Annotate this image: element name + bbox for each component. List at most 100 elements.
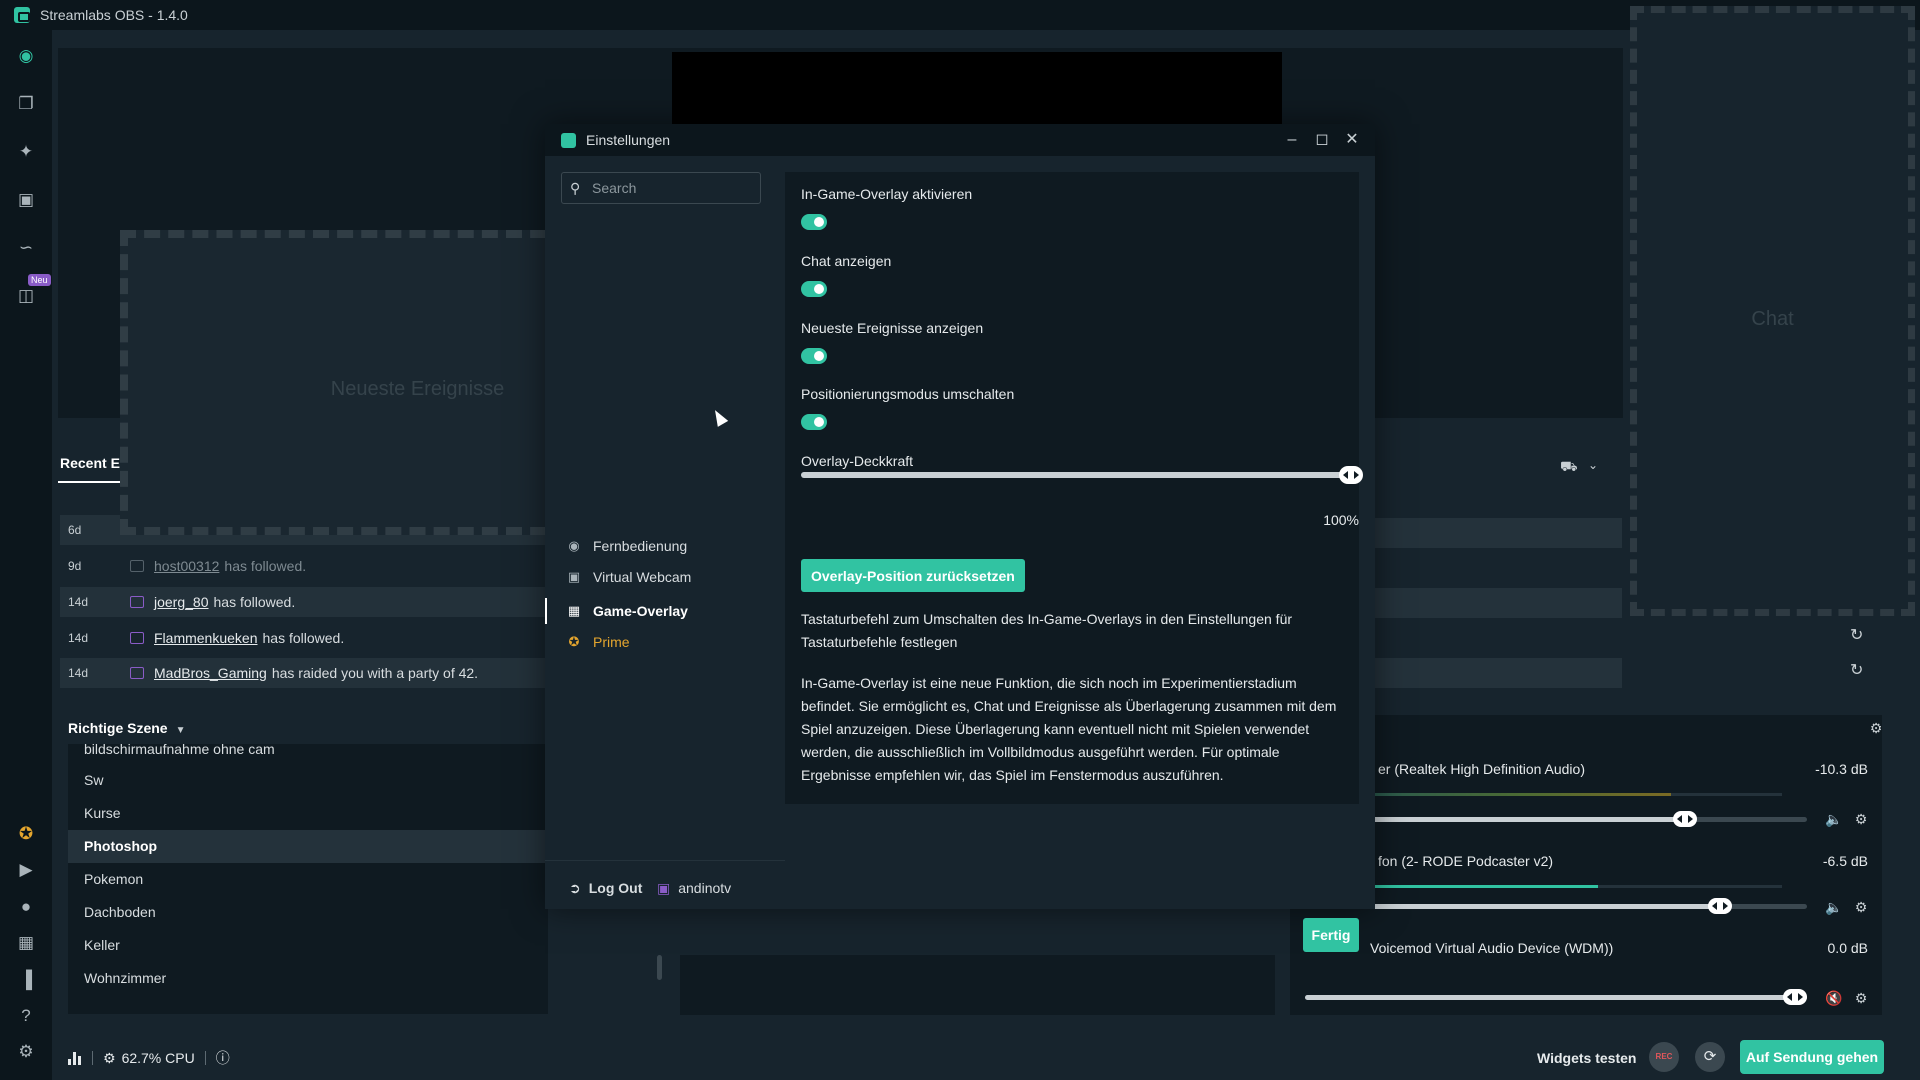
performance-stats-icon[interactable]	[68, 1051, 82, 1065]
scene-collection-name: Richtige Szene	[68, 720, 168, 736]
account-link[interactable]: ▣ andinotv	[657, 880, 731, 897]
scene-list-scrollbar[interactable]	[657, 955, 662, 980]
opacity-slider[interactable]	[801, 466, 1363, 484]
event-row[interactable]: 9d host00312 has followed.	[60, 551, 548, 581]
event-user-link[interactable]: host00312	[154, 558, 219, 574]
scene-item[interactable]: Wohnzimmer	[68, 962, 548, 995]
category-prime[interactable]: ✪ Prime	[567, 630, 630, 654]
game-overlay-settings: In-Game-Overlay aktivieren Chat anzeigen…	[785, 172, 1363, 804]
reset-overlay-position-button[interactable]: Overlay-Position zurücksetzen	[801, 559, 1025, 592]
chat-icon[interactable]: ●	[16, 897, 36, 917]
volume-fill	[1372, 817, 1686, 822]
studio-mode-icon[interactable]: ▐	[16, 970, 36, 990]
volume-slider-handle[interactable]	[1708, 898, 1732, 914]
prime-icon[interactable]: ✪	[16, 824, 36, 844]
scene-item[interactable]: Keller	[68, 929, 548, 962]
done-button[interactable]: Fertig	[1303, 918, 1359, 952]
event-text: has raided you with a party of 42.	[271, 665, 479, 681]
dashboard-icon[interactable]: ▶	[16, 860, 36, 880]
gear-icon[interactable]: ⚙	[1853, 990, 1869, 1006]
logout-icon: ➲	[569, 880, 581, 896]
settings-search-input[interactable]	[592, 178, 752, 198]
test-widgets-button[interactable]: Widgets testen	[1537, 1050, 1636, 1066]
show-chat-toggle[interactable]	[801, 281, 827, 297]
gear-icon[interactable]: ⚙	[1853, 899, 1869, 915]
event-user-link[interactable]: joerg_80	[154, 594, 209, 610]
info-icon[interactable]: ⓘ	[216, 1048, 230, 1068]
event-row[interactable]: 14d Flammenkueken has followed.	[60, 623, 548, 653]
volume-slider-handle[interactable]	[1673, 811, 1698, 827]
speaker-muted-icon[interactable]: 🔇	[1825, 990, 1842, 1006]
show-events-toggle[interactable]	[801, 348, 827, 364]
gear-icon[interactable]: ⚙	[1853, 811, 1869, 827]
scene-item-selected[interactable]: Photoshop	[68, 830, 548, 863]
scene-item[interactable]: Pokemon	[68, 863, 548, 896]
audio-level-meter	[1372, 885, 1782, 888]
record-button[interactable]: REC	[1649, 1042, 1679, 1072]
logout-label: Log Out	[588, 880, 643, 896]
category-remote[interactable]: ◉ Fernbedienung	[567, 534, 687, 558]
shield-icon[interactable]: ⛟	[1560, 458, 1578, 477]
help-icon[interactable]: ?	[16, 1006, 36, 1026]
settings-icon[interactable]: ⚙	[16, 1042, 36, 1062]
volume-fill	[1305, 995, 1807, 1000]
mixer-source-db: 0.0 dB	[1827, 940, 1868, 956]
refresh-icon[interactable]: ↻	[1850, 663, 1866, 679]
scene-collection-selector[interactable]: Richtige Szene ▼	[58, 720, 548, 736]
scene-item[interactable]: Dachboden	[68, 896, 548, 929]
event-text: has followed.	[262, 630, 345, 646]
refresh-icon[interactable]: ↻	[1850, 628, 1866, 644]
account-name: andinotv	[678, 880, 732, 896]
event-user-link[interactable]: Flammenkueken	[154, 630, 258, 646]
volume-slider[interactable]	[1305, 989, 1807, 1005]
twitch-icon: ▣	[657, 880, 671, 896]
themes-icon[interactable]: ✦	[16, 142, 36, 162]
replay-buffer-icon[interactable]: ⟳	[1695, 1042, 1725, 1072]
stats-icon[interactable]: ∽	[16, 238, 36, 258]
opacity-label: Overlay-Deckkraft	[801, 453, 914, 469]
volume-slider-handle[interactable]	[1783, 989, 1807, 1005]
close-icon[interactable]: ✕	[1342, 130, 1362, 150]
event-row[interactable]: 14d MadBros_Gaming has raided you with a…	[60, 658, 548, 688]
settings-window: Einstellungen – ◻ ✕ ⚲ ◉ Fernbedienung ▣ …	[545, 124, 1375, 952]
audio-level-meter	[1372, 793, 1782, 796]
category-virtual-webcam[interactable]: ▣ Virtual Webcam	[567, 565, 691, 589]
category-label: Game-Overlay	[593, 603, 688, 619]
volume-slider[interactable]	[1372, 811, 1807, 827]
event-row[interactable]: 14d joerg_80 has followed.	[60, 587, 548, 617]
status-footer: ⚙ 62.7% CPU ⓘ Widgets testen REC ⟳ Auf S…	[52, 1036, 1920, 1080]
audio-level-fill	[1372, 793, 1672, 796]
follow-icon	[130, 596, 144, 608]
chevron-down-icon[interactable]: ⌄	[1588, 458, 1598, 472]
event-user-link[interactable]: MadBros_Gaming	[154, 665, 267, 681]
volume-slider[interactable]	[1372, 898, 1807, 914]
enable-overlay-toggle[interactable]	[801, 214, 827, 230]
camera-icon[interactable]: ◉	[16, 46, 36, 66]
logout-button[interactable]: ➲ Log Out	[569, 880, 642, 897]
opacity-slider-handle[interactable]	[1339, 466, 1363, 484]
settings-search-box[interactable]: ⚲	[561, 172, 761, 204]
go-live-button[interactable]: Auf Sendung gehen	[1740, 1040, 1884, 1074]
category-game-overlay[interactable]: ▦ Game-Overlay	[567, 599, 688, 623]
scene-item[interactable]: Kurse	[68, 797, 548, 830]
speaker-icon[interactable]: 🔈	[1825, 899, 1842, 915]
overlay-info-description: In-Game-Overlay ist eine neue Funktion, …	[801, 675, 1337, 783]
chat-overlay-placeholder[interactable]: Chat	[1630, 6, 1915, 616]
scene-item[interactable]: Sw	[68, 764, 548, 797]
hotkey-description: Tastaturbefehl zum Umschalten des In-Gam…	[801, 611, 1293, 650]
minimize-icon[interactable]: –	[1282, 130, 1302, 150]
video-editor-icon[interactable]: ◫	[16, 286, 36, 306]
store-icon[interactable]: ▣	[16, 190, 36, 210]
tab-underline	[58, 481, 120, 483]
positioning-mode-toggle[interactable]	[801, 414, 827, 430]
settings-title: Einstellungen	[586, 132, 671, 148]
opacity-fill	[801, 472, 1353, 478]
layers-icon[interactable]: ❐	[16, 94, 36, 114]
maximize-icon[interactable]: ◻	[1312, 130, 1332, 150]
option-label: Positionierungsmodus umschalten	[801, 386, 1015, 402]
scene-item[interactable]: bildschirmaufnahme ohne cam	[68, 744, 548, 764]
mixer-settings-icon[interactable]: ⚙	[1868, 720, 1884, 736]
mixer-source-name: fon (2- RODE Podcaster v2)	[1378, 853, 1554, 869]
layout-icon[interactable]: ▦	[16, 933, 36, 953]
speaker-icon[interactable]: 🔈	[1825, 811, 1842, 827]
